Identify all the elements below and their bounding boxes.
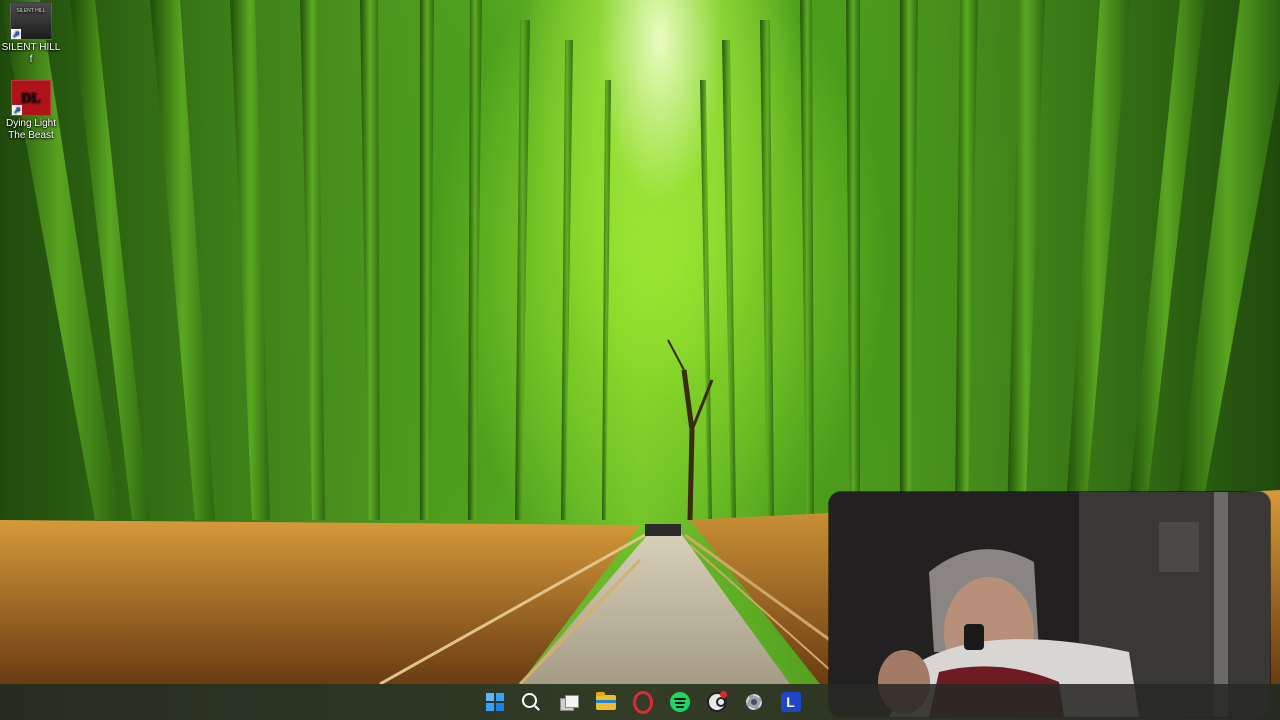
dying-light-icon: DL ↗ — [11, 80, 51, 116]
task-view-button[interactable] — [552, 686, 585, 718]
microphone — [964, 624, 984, 650]
desktop-icon-label: Dying Light The Beast — [5, 118, 57, 141]
distant-people — [645, 524, 681, 536]
desktop-icon-label: SILENT HILL f — [1, 42, 61, 65]
silent-hill-f-icon: SILENT HILL ↗ — [10, 2, 52, 40]
bamboo-stalks-right — [700, 0, 1280, 520]
l-app-icon: L — [780, 692, 801, 712]
bamboo-stalks-left — [0, 0, 611, 520]
start-button[interactable] — [478, 686, 511, 718]
folder-icon — [595, 691, 616, 710]
search-icon — [522, 692, 537, 708]
windows-logo-icon — [485, 693, 504, 711]
desktop-icon-silent-hill[interactable]: SILENT HILL ↗ SILENT HILL f — [0, 2, 62, 66]
shortcut-arrow-icon: ↗ — [12, 105, 22, 115]
steam-button[interactable] — [700, 686, 733, 718]
settings-button[interactable] — [737, 686, 770, 718]
notification-badge — [720, 691, 727, 698]
opera-icon — [632, 690, 653, 714]
spotify-icon — [669, 692, 690, 712]
desktop-icon-dying-light[interactable]: DL ↗ Dying Light The Beast — [0, 80, 62, 142]
gear-icon — [744, 692, 764, 712]
taskbar-pinned-apps: L — [478, 686, 807, 718]
opera-button[interactable] — [626, 686, 659, 718]
l-app-button[interactable]: L — [774, 686, 807, 718]
task-view-icon — [559, 695, 579, 711]
search-button[interactable] — [515, 686, 548, 718]
spotify-button[interactable] — [663, 686, 696, 718]
file-explorer-button[interactable] — [589, 686, 622, 718]
shortcut-arrow-icon: ↗ — [11, 29, 21, 39]
